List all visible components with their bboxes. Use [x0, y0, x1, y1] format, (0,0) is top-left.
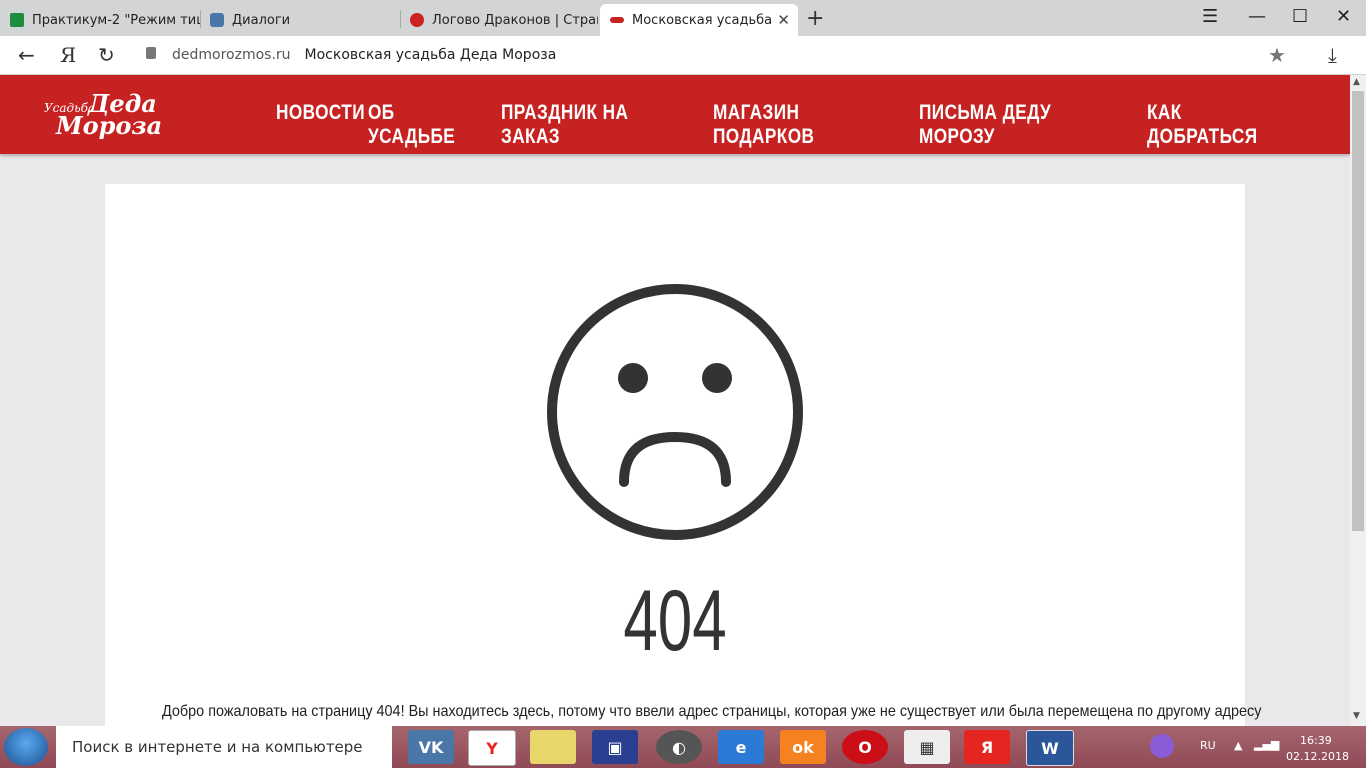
reload-icon[interactable]: ↻ [98, 43, 115, 67]
error-code: 404 [623, 573, 727, 669]
scroll-up-icon[interactable]: ▲ [1353, 77, 1360, 87]
vk-icon[interactable]: VK [408, 730, 454, 764]
yandex-icon[interactable]: Я [964, 730, 1010, 764]
start-button[interactable] [4, 728, 48, 766]
tab-title: Практикум-2 "Режим тиши [32, 12, 200, 28]
tab-title: Московская усадьба Де [632, 12, 774, 28]
menu-icon[interactable]: ☰ [1202, 6, 1218, 27]
clock-date[interactable]: 02.12.2018 [1286, 750, 1349, 763]
nav-about[interactable]: ОБ УСАДЬБЕ [368, 101, 477, 149]
nav-letters[interactable]: ПИСЬМА ДЕДУ МОРОЗУ [919, 101, 1106, 149]
language-indicator[interactable]: RU [1200, 739, 1216, 752]
tab-title: Диалоги [232, 12, 291, 28]
tab-practicum[interactable]: Практикум-2 "Режим тиши [0, 4, 200, 36]
nav-shop[interactable]: МАГАЗИН ПОДАРКОВ [713, 101, 882, 149]
main-nav: НОВОСТИ ОБ УСАДЬБЕ ПРАЗДНИК НА ЗАКАЗ МАГ… [276, 101, 1297, 149]
chat-icon [210, 13, 224, 27]
address-bar: ← Я ↻ dedmorozmos.ru Московская усадьба … [0, 36, 1366, 75]
microphone-icon[interactable] [1150, 734, 1174, 758]
odnoklassniki-icon[interactable]: ok [780, 730, 826, 764]
nav-news[interactable]: НОВОСТИ [276, 101, 365, 149]
media-player-icon[interactable]: ◐ [656, 730, 702, 764]
tab-usadba[interactable]: Московская усадьба Де ✕ [600, 4, 798, 36]
opera-icon[interactable]: O [842, 730, 888, 764]
sticky-notes-icon[interactable] [530, 730, 576, 764]
site-icon [610, 17, 624, 23]
logo-line: Мороза [56, 111, 163, 140]
bookmark-star-icon[interactable]: ★ [1268, 43, 1286, 67]
url-domain: dedmorozmos.ru [172, 47, 291, 63]
nav-party[interactable]: ПРАЗДНИК НА ЗАКАЗ [501, 101, 675, 149]
yandex-browser-icon[interactable]: Y [468, 730, 516, 766]
tab-dragons[interactable]: Логово Драконов | Страни [400, 4, 598, 36]
url-field[interactable]: dedmorozmos.ru Московская усадьба Деда М… [136, 40, 1300, 70]
yandex-icon[interactable]: Я [60, 43, 76, 67]
close-tab-icon[interactable]: ✕ [777, 11, 790, 29]
sheets-icon [10, 13, 24, 27]
clock-time[interactable]: 16:39 [1300, 734, 1332, 747]
tray-expand-icon[interactable]: ▲ [1234, 739, 1242, 752]
site-logo[interactable]: Усадьба Деда Мороза [42, 87, 162, 143]
scroll-thumb[interactable] [1352, 91, 1364, 531]
minimize-icon[interactable]: — [1248, 6, 1266, 27]
scrollbar[interactable]: ▲ ▼ [1350, 75, 1366, 726]
error-message: Добро пожаловать на страницу 404! Вы нах… [162, 703, 1262, 720]
dragon-icon [410, 13, 424, 27]
download-icon[interactable]: ⤓ [1328, 43, 1337, 67]
nav-directions[interactable]: КАК ДОБРАТЬСЯ [1147, 101, 1270, 149]
calculator-icon[interactable]: ▦ [904, 730, 950, 764]
save-disk-icon[interactable]: ▣ [592, 730, 638, 764]
browser-tab-strip: Практикум-2 "Режим тиши Диалоги Логово Д… [0, 0, 1366, 36]
new-tab-icon[interactable]: + [806, 6, 824, 31]
site-header: Усадьба Деда Мороза НОВОСТИ ОБ УСАДЬБЕ П… [0, 75, 1350, 154]
internet-explorer-icon[interactable]: e [718, 730, 764, 764]
close-window-icon[interactable]: ✕ [1336, 6, 1351, 27]
maximize-icon[interactable]: ☐ [1292, 6, 1308, 27]
lock-icon [146, 47, 156, 59]
system-tray: RU ▲ ▂▄▆ 16:39 02.12.2018 [1140, 726, 1366, 768]
taskbar-search-input[interactable]: Поиск в интернете и на компьютере [56, 726, 392, 768]
scroll-down-icon[interactable]: ▼ [1353, 711, 1360, 721]
tab-dialogs[interactable]: Диалоги [200, 4, 400, 36]
network-icon[interactable]: ▂▄▆ [1254, 738, 1279, 751]
word-icon[interactable]: W [1026, 730, 1074, 766]
url-page-title: Московская усадьба Деда Мороза [304, 47, 557, 63]
sad-face-icon [547, 284, 803, 540]
taskbar: Поиск в интернете и на компьютере VK Y ▣… [0, 726, 1366, 768]
back-icon[interactable]: ← [18, 43, 35, 67]
tab-title: Логово Драконов | Страни [432, 12, 598, 28]
